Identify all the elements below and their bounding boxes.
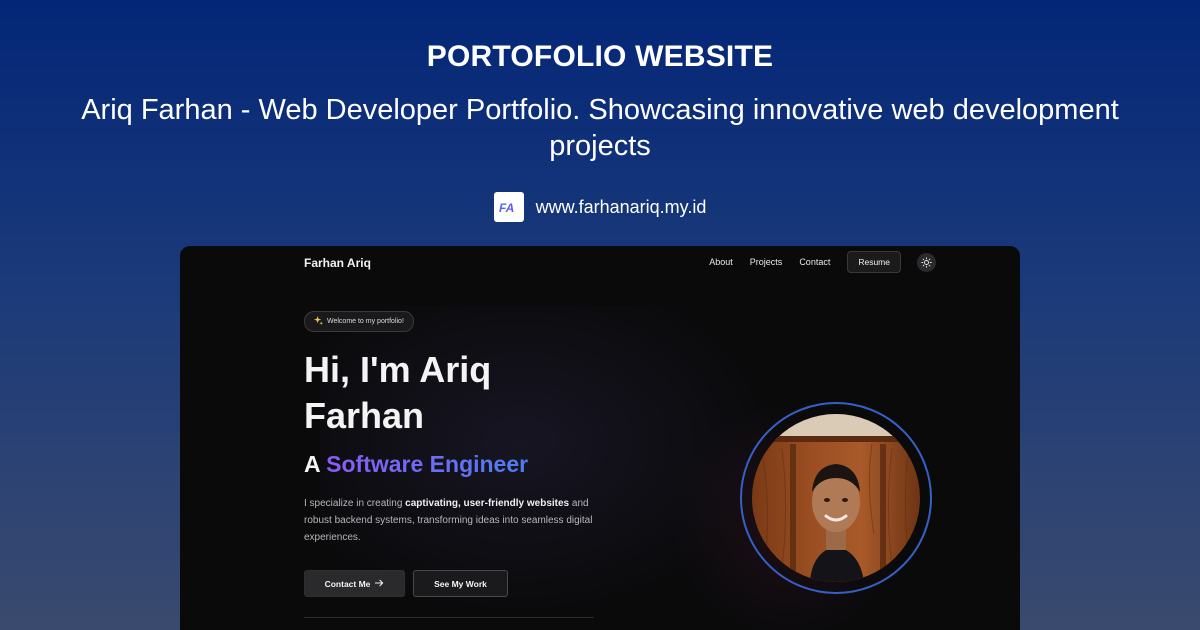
website-preview: Farhan Ariq About Projects Contact Resum… xyxy=(180,246,1020,630)
description-part-1: I specialize in creating xyxy=(304,498,406,509)
contact-me-button[interactable]: Contact Me xyxy=(304,570,405,597)
hero-line-2: Farhan xyxy=(304,395,425,436)
role-heading: A Software Engineer xyxy=(304,451,528,478)
badge-text: Welcome to my portfolio! xyxy=(327,318,404,325)
hero-line-1: Hi, I'm Ariq xyxy=(304,349,492,390)
nav-contact[interactable]: Contact xyxy=(799,257,830,267)
nav-about[interactable]: About xyxy=(709,257,733,267)
hero-description: I specialize in creating captivating, us… xyxy=(304,495,604,546)
divider xyxy=(304,617,594,618)
role-highlight: Software Engineer xyxy=(326,451,529,477)
brand-logo[interactable]: Farhan Ariq xyxy=(304,256,371,270)
sun-icon[interactable] xyxy=(917,252,936,272)
nav-projects[interactable]: Projects xyxy=(750,257,783,267)
contact-me-label: Contact Me xyxy=(324,578,371,589)
avatar xyxy=(752,414,920,582)
arrow-right-icon xyxy=(375,579,384,589)
description-bold: captivating, user-friendly websites xyxy=(405,498,570,509)
role-prefix: A xyxy=(304,451,327,477)
hero-heading: Hi, I'm Ariq Farhan xyxy=(304,347,491,439)
site-url[interactable]: www.farhanariq.my.id xyxy=(536,197,707,218)
card-title: PORTOFOLIO WEBSITE xyxy=(426,40,774,73)
favicon-text: FA xyxy=(499,201,514,215)
top-nav: About Projects Contact Resume xyxy=(709,251,936,273)
card-subtitle: Ariq Farhan - Web Developer Portfolio. S… xyxy=(81,94,1119,162)
site-link[interactable]: FA www.farhanariq.my.id xyxy=(0,192,1200,222)
see-my-work-button[interactable]: See My Work xyxy=(413,570,508,597)
resume-button[interactable]: Resume xyxy=(847,251,901,273)
sparkle-icon xyxy=(314,316,323,327)
fa-logo-icon: FA xyxy=(493,192,524,222)
see-my-work-label: See My Work xyxy=(434,578,487,589)
welcome-badge: Welcome to my portfolio! xyxy=(304,311,414,332)
